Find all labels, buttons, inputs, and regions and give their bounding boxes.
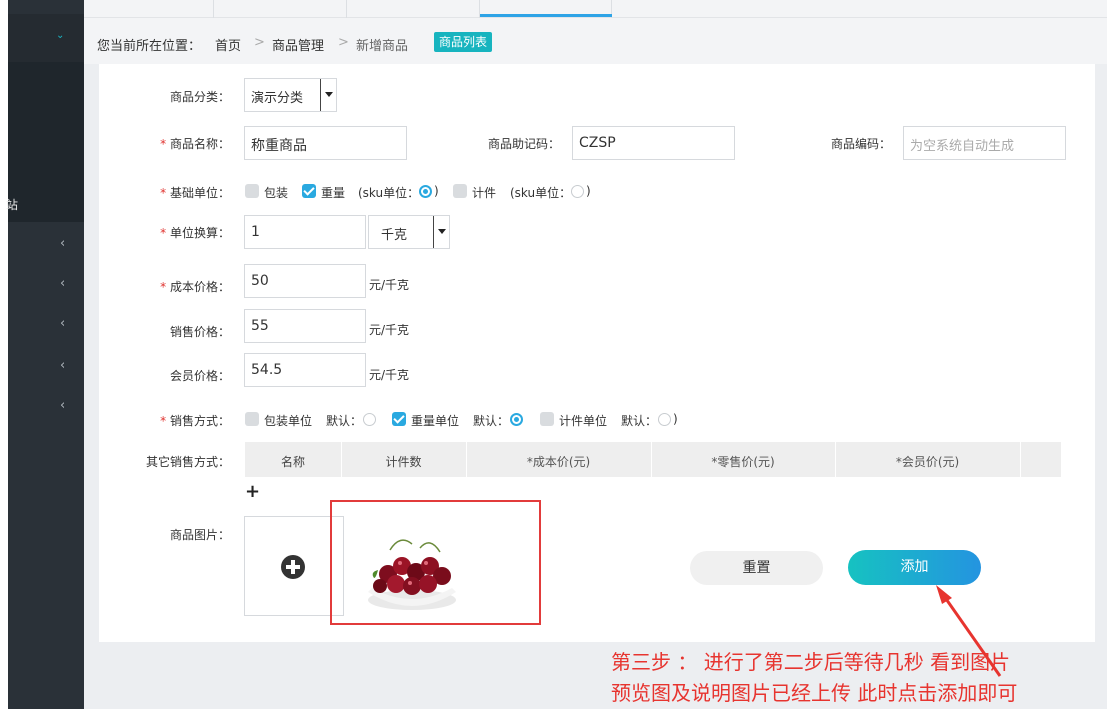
sale-price-input[interactable]: 55 xyxy=(244,309,366,343)
breadcrumb-separator: > xyxy=(254,35,265,50)
chevron-left-icon[interactable]: ‹ xyxy=(60,276,65,291)
column-header: 名称 xyxy=(280,455,305,469)
sale-price-label: 销售价格： xyxy=(169,325,230,339)
tab[interactable] xyxy=(84,0,214,18)
column-divider xyxy=(1020,442,1021,477)
code-label: 商品编码： xyxy=(830,137,891,151)
member-price-unit: 元/千克 xyxy=(369,368,410,382)
piece-option-label: 计件 xyxy=(472,186,497,200)
piece-default-radio[interactable] xyxy=(658,413,671,426)
dropdown-arrow-icon xyxy=(320,79,336,111)
piece-unit-label: 计件单位 xyxy=(559,414,608,428)
active-tab-indicator xyxy=(480,14,612,17)
cost-price-input[interactable]: 50 xyxy=(244,264,366,298)
default-label: 默认： xyxy=(326,414,363,428)
chevron-left-icon[interactable]: ‹ xyxy=(60,316,65,331)
chevron-down-icon[interactable]: ⌄ xyxy=(56,30,64,41)
column-header: *成本价(元) xyxy=(526,455,591,469)
conversion-label: * 单位换算： xyxy=(160,226,230,240)
add-row-plus-icon[interactable]: + xyxy=(245,481,260,502)
weight-unit-label: 重量单位 xyxy=(411,414,460,428)
breadcrumb-goods[interactable]: 商品管理 xyxy=(272,35,324,54)
pack-checkbox[interactable] xyxy=(245,184,259,198)
image-label: 商品图片： xyxy=(169,528,230,542)
column-header: *零售价(元) xyxy=(711,455,775,469)
sale-price-unit: 元/千克 xyxy=(369,323,410,337)
weight-checkbox[interactable] xyxy=(302,184,316,198)
sku-piece-radio[interactable] xyxy=(571,185,584,198)
breadcrumb-current: 新增商品 xyxy=(356,39,409,54)
sku-close: ) xyxy=(586,184,591,198)
name-input[interactable]: 称重商品 xyxy=(244,126,407,160)
piece-checkbox[interactable] xyxy=(453,184,467,198)
sku-unit-label: (sku单位： xyxy=(358,186,420,200)
cherry-preview-image xyxy=(368,539,456,610)
chevron-left-icon[interactable]: ‹ xyxy=(60,358,65,373)
image-upload-box[interactable] xyxy=(244,516,344,616)
main-area xyxy=(84,64,1107,709)
sidebar: ⌄ 站 ‹ ‹ ‹ ‹ ‹ xyxy=(6,0,84,709)
sku-unit-label: (sku单位： xyxy=(510,186,572,200)
base-unit-label: * 基础单位： xyxy=(160,186,230,200)
chevron-left-icon[interactable]: ‹ xyxy=(60,398,65,413)
mnemonic-label: 商品助记码： xyxy=(487,137,560,151)
sale-method-label: * 销售方式： xyxy=(160,414,230,428)
category-value: 演示分类 xyxy=(251,91,304,106)
sale-method-close: ) xyxy=(673,412,678,426)
other-methods-label: 其它销售方式： xyxy=(145,455,230,469)
cost-price-unit: 元/千克 xyxy=(369,278,410,292)
pack-unit-checkbox[interactable] xyxy=(245,412,259,426)
pack-default-radio[interactable] xyxy=(363,413,376,426)
weight-option-label: 重量 xyxy=(321,186,346,200)
cost-price-label: * 成本价格： xyxy=(160,280,230,294)
chevron-left-icon[interactable]: ‹ xyxy=(60,236,65,251)
sku-close: ) xyxy=(434,184,439,198)
annotation-line-1: 第三步 ： 进行了第二步后等待几秒 看到图片 xyxy=(611,650,1011,674)
weight-default-radio[interactable] xyxy=(510,413,523,426)
sidebar-selected-item[interactable] xyxy=(8,14,84,62)
breadcrumb: 您当前所在位置： 首页 > 商品管理 > 新增商品 商品列表 xyxy=(84,18,1107,64)
dropdown-arrow-icon xyxy=(433,216,449,248)
goods-list-tag[interactable]: 商品列表 xyxy=(434,32,493,52)
category-label: 商品分类： xyxy=(169,90,230,104)
sidebar-submenu xyxy=(8,62,84,222)
annotation-line-2: 预览图及说明图片已经上传 此时点击添加即可 xyxy=(611,681,1018,705)
conversion-unit-value: 千克 xyxy=(381,228,408,243)
weight-unit-checkbox[interactable] xyxy=(392,412,406,426)
category-select[interactable]: 演示分类 xyxy=(244,78,337,112)
breadcrumb-prefix: 您当前所在位置： xyxy=(97,39,202,54)
breadcrumb-separator: > xyxy=(338,35,349,50)
column-header: *会员价(元) xyxy=(895,455,960,469)
name-label: * 商品名称： xyxy=(160,137,230,151)
sku-weight-radio[interactable] xyxy=(419,185,432,198)
member-price-label: 会员价格： xyxy=(169,369,230,383)
other-methods-table-header: 名称 计件数 *成本价(元) *零售价(元) *会员价(元) xyxy=(245,442,1061,477)
reset-button[interactable]: 重置 xyxy=(690,551,823,585)
member-price-input[interactable]: 54.5 xyxy=(244,353,366,387)
add-circle-icon xyxy=(281,555,305,579)
tab[interactable] xyxy=(214,0,347,18)
pack-option-label: 包装 xyxy=(264,186,289,200)
breadcrumb-home[interactable]: 首页 xyxy=(215,35,241,54)
code-input[interactable]: 为空系统自动生成 xyxy=(903,126,1066,160)
conversion-input[interactable]: 1 xyxy=(244,215,366,249)
default-label: 默认： xyxy=(621,414,658,428)
conversion-unit-select[interactable]: 千克 xyxy=(368,215,450,249)
piece-unit-checkbox[interactable] xyxy=(540,412,554,426)
tab-strip xyxy=(84,0,1107,18)
column-header: 计件数 xyxy=(385,455,422,469)
sidebar-item-label[interactable]: 站 xyxy=(6,196,18,213)
default-label: 默认： xyxy=(473,414,510,428)
mnemonic-input[interactable]: CZSP xyxy=(572,126,735,160)
pack-unit-label: 包装单位 xyxy=(264,414,313,428)
add-button[interactable]: 添加 xyxy=(848,550,981,585)
tab[interactable] xyxy=(347,0,480,18)
